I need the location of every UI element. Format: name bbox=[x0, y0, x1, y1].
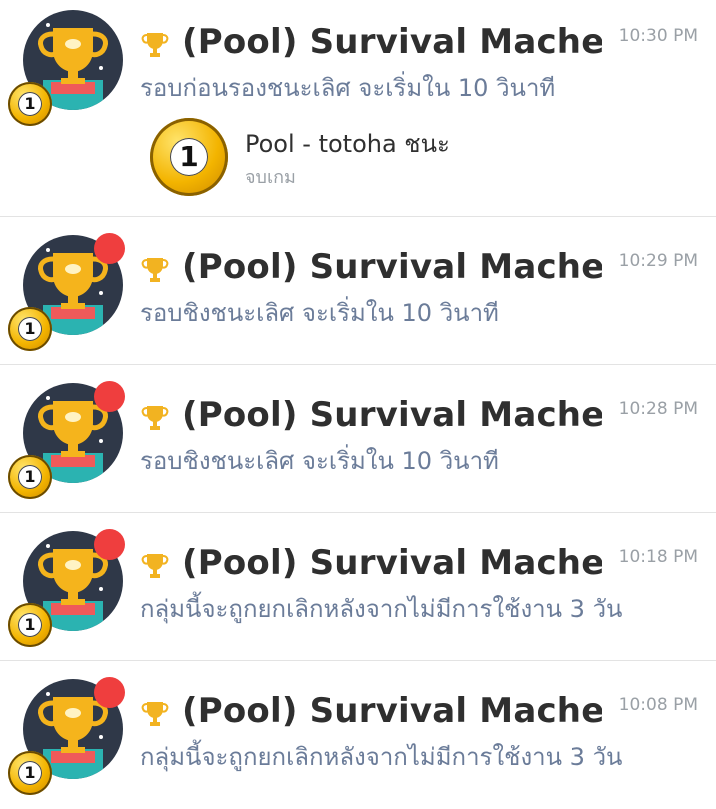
chat-message: กลุ่มนี้จะถูกยกเลิกหลังจากไม่มีการใช้งาน… bbox=[140, 743, 623, 771]
divider bbox=[0, 364, 716, 365]
trophy-icon bbox=[141, 258, 169, 282]
pool-ball-icon: 1 bbox=[8, 307, 52, 351]
chat-title-row: (Pool) Survival Machet... 10:28 PM bbox=[140, 395, 698, 437]
chat-message: รอบก่อนรองชนะเลิศ จะเริ่มใน 10 วินาที bbox=[140, 74, 556, 102]
divider bbox=[0, 660, 716, 661]
game-result-status: จบเกม bbox=[245, 167, 296, 188]
chat-time: 10:28 PM bbox=[618, 399, 698, 419]
unread-badge bbox=[94, 233, 125, 264]
pool-ball-icon: 1 bbox=[8, 603, 52, 647]
game-result-title: Pool - totoha ชนะ bbox=[245, 130, 450, 158]
unread-badge bbox=[94, 677, 125, 708]
pool-ball-icon: 1 bbox=[8, 455, 52, 499]
avatar: 1 bbox=[8, 529, 128, 661]
chat-message: รอบชิงชนะเลิศ จะเริ่มใน 10 วินาที bbox=[140, 299, 499, 327]
trophy-icon bbox=[141, 554, 169, 578]
chat-list: 1 (Pool) Survival Machet... 10:30 PM รอบ… bbox=[0, 0, 716, 801]
chat-time: 10:08 PM bbox=[618, 695, 698, 715]
chat-item[interactable]: 1 (Pool) Survival Machet... 10:30 PM รอบ… bbox=[0, 10, 716, 215]
divider bbox=[0, 216, 716, 217]
pool-ball-icon: 1 bbox=[8, 751, 52, 795]
divider bbox=[0, 512, 716, 513]
pool-ball-icon: 1 bbox=[8, 82, 52, 126]
chat-title: (Pool) Survival Machet... bbox=[182, 395, 602, 435]
avatar: 1 bbox=[8, 10, 128, 140]
chat-title-row: (Pool) Survival Machet... 10:30 PM bbox=[140, 22, 698, 64]
unread-badge bbox=[94, 529, 125, 560]
chat-title-row: (Pool) Survival Machet... 10:29 PM bbox=[140, 247, 698, 289]
chat-message: กลุ่มนี้จะถูกยกเลิกหลังจากไม่มีการใช้งาน… bbox=[140, 595, 623, 623]
chat-time: 10:18 PM bbox=[618, 547, 698, 567]
chat-item[interactable]: 1 (Pool) Survival Machet... 10:29 PM รอบ… bbox=[0, 233, 716, 360]
trophy-icon bbox=[141, 33, 169, 57]
unread-badge bbox=[94, 381, 125, 412]
chat-title: (Pool) Survival Machet... bbox=[182, 543, 602, 583]
chat-item[interactable]: 1 (Pool) Survival Machet... 10:28 PM รอบ… bbox=[0, 381, 716, 508]
chat-title-row: (Pool) Survival Machet... 10:18 PM bbox=[140, 543, 698, 585]
trophy-icon bbox=[141, 406, 169, 430]
trophy-icon bbox=[141, 702, 169, 726]
avatar: 1 bbox=[8, 677, 128, 809]
chat-message: รอบชิงชนะเลิศ จะเริ่มใน 10 วินาที bbox=[140, 447, 499, 475]
chat-title-row: (Pool) Survival Machet... 10:08 PM bbox=[140, 691, 698, 733]
avatar: 1 bbox=[8, 233, 128, 365]
chat-title: (Pool) Survival Machet... bbox=[182, 247, 602, 287]
chat-item[interactable]: 1 (Pool) Survival Machet... 10:08 PM กลุ… bbox=[0, 677, 716, 799]
pool-ball-icon: 1 bbox=[150, 118, 228, 196]
chat-item[interactable]: 1 (Pool) Survival Machet... 10:18 PM กลุ… bbox=[0, 529, 716, 656]
avatar: 1 bbox=[8, 381, 128, 513]
chat-time: 10:29 PM bbox=[618, 251, 698, 271]
chat-title: (Pool) Survival Machet... bbox=[182, 22, 602, 62]
chat-time: 10:30 PM bbox=[618, 26, 698, 46]
chat-title: (Pool) Survival Machet... bbox=[182, 691, 602, 731]
